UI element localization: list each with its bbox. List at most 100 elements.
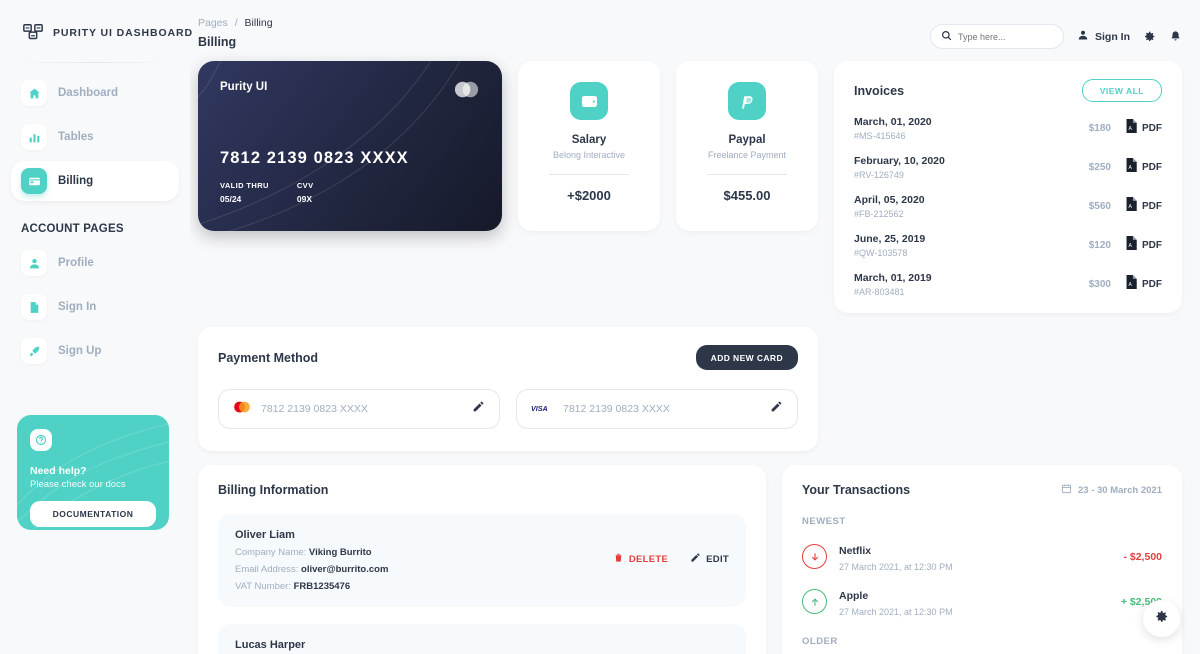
billing-page: PURITY UI DASHBOARD Dashboard Tables Bil… — [0, 0, 1200, 654]
billing-item-actions: DELETE EDIT — [613, 552, 729, 566]
breadcrumb-block: Pages / Billing Billing — [198, 17, 273, 49]
edit-label: EDIT — [706, 553, 729, 565]
billing-information-title: Billing Information — [218, 483, 329, 497]
cvv-label: CVV — [296, 181, 314, 190]
credit-card-cvv: CVV 09X — [297, 181, 314, 204]
payment-method-title: Payment Method — [218, 350, 319, 365]
invoice-amount: $120 — [1088, 240, 1111, 251]
brand[interactable]: PURITY UI DASHBOARD — [11, 0, 192, 44]
invoice-pdf-button[interactable]: A PDF — [1125, 158, 1162, 177]
invoice-pdf-button[interactable]: A PDF — [1125, 197, 1162, 216]
payment-card-visa[interactable]: VISA 7812 2139 0823 XXXX — [516, 389, 798, 429]
invoice-pdf-button[interactable]: A PDF — [1125, 236, 1162, 255]
invoice-amount: $300 — [1088, 279, 1111, 290]
search-input[interactable] — [958, 31, 1053, 42]
divider — [707, 174, 787, 175]
payment-method-header: Payment Method ADD NEW CARD — [218, 345, 798, 370]
invoice-pdf-label: PDF — [1142, 123, 1162, 134]
visa-icon: VISA — [531, 400, 553, 418]
sidebar-divider — [17, 62, 173, 63]
person-icon — [1077, 29, 1089, 44]
view-all-button[interactable]: VIEW ALL — [1081, 79, 1162, 102]
file-pdf-icon: A — [1125, 158, 1137, 177]
search-icon — [941, 28, 952, 46]
invoices-panel: Invoices VIEW ALL March, 01, 2020 #MS-41… — [834, 61, 1182, 313]
transaction-amount: - $2,500 — [1123, 550, 1162, 563]
arrow-up-icon — [802, 589, 827, 614]
mini-card-title: Salary — [571, 134, 607, 146]
invoice-actions: $300 A PDF — [1089, 275, 1162, 294]
sidebar-item-label: Dashboard — [58, 87, 119, 99]
edit-button[interactable]: EDIT — [690, 552, 729, 566]
transaction-time: 27 March 2021, at 12:30 PM — [839, 607, 953, 617]
document-icon — [21, 294, 47, 320]
sign-in-button[interactable]: Sign In — [1077, 29, 1130, 44]
sidebar-item-signin[interactable]: Sign In — [11, 287, 179, 327]
company-label: Company Name: — [235, 547, 307, 558]
cvv-value: 09X — [296, 194, 312, 204]
mini-card-salary: Salary Belong Interactive +$2000 — [518, 61, 660, 231]
payment-card-number: 7812 2139 0823 XXXX — [261, 403, 368, 415]
invoice-code: #MS-415646 — [854, 131, 906, 141]
settings-fab[interactable] — [1143, 600, 1180, 637]
transaction-info: Netflix 27 March 2021, at 12:30 PM — [839, 541, 1123, 572]
documentation-button[interactable]: DOCUMENTATION — [30, 501, 156, 527]
question-mark-icon — [30, 429, 52, 451]
calendar-icon — [1061, 483, 1072, 497]
topbar-actions: Sign In — [930, 17, 1182, 49]
transaction-row: Apple 27 March 2021, at 12:30 PM + $2,50… — [802, 586, 1162, 617]
billing-item-name: Lucas Harper — [235, 639, 306, 651]
valid-thru-value: 05/24 — [220, 194, 242, 204]
invoice-pdf-label: PDF — [1142, 162, 1162, 173]
breadcrumb-root[interactable]: Pages — [198, 17, 228, 29]
search-box[interactable] — [930, 24, 1064, 49]
vat-value: FRB1235476 — [293, 581, 351, 592]
sidebar-nav: Dashboard Tables Billing ACCOUNT PAGES P… — [11, 73, 179, 371]
file-pdf-icon: A — [1125, 275, 1137, 294]
divider — [549, 174, 629, 175]
file-pdf-icon: A — [1125, 119, 1137, 138]
svg-text:VISA: VISA — [531, 405, 548, 413]
invoice-info: February, 10, 2020 #RV-126749 — [854, 155, 945, 180]
sidebar-item-signup[interactable]: Sign Up — [11, 331, 179, 371]
transactions-group-label: NEWEST — [802, 516, 846, 527]
transactions-header: Your Transactions 23 - 30 March 2021 — [802, 483, 1162, 497]
pencil-icon[interactable] — [770, 400, 783, 418]
add-new-card-button[interactable]: ADD NEW CARD — [695, 345, 798, 370]
pencil-icon[interactable] — [472, 400, 485, 418]
sidebar-item-tables[interactable]: Tables — [11, 117, 179, 157]
vat-label: VAT Number: — [235, 581, 291, 592]
invoice-date: March, 01, 2019 — [854, 272, 932, 284]
page-title: Billing — [198, 35, 237, 49]
paypal-icon — [728, 82, 766, 120]
sidebar-item-label: Profile — [58, 257, 94, 269]
payment-card-mastercard[interactable]: 7812 2139 0823 XXXX — [218, 389, 500, 429]
chart-bar-icon — [21, 124, 47, 150]
email-label: Email Address: — [235, 564, 299, 575]
credit-card-icon — [21, 168, 47, 194]
sidebar-item-billing[interactable]: Billing — [11, 161, 179, 201]
invoice-date: June, 25, 2019 — [854, 233, 926, 245]
billing-item: Oliver Liam Company Name: Viking Burrito… — [218, 514, 746, 607]
gear-icon[interactable] — [1143, 30, 1156, 43]
credit-card-brand: Purity UI — [220, 81, 268, 93]
billing-item: Lucas Harper Company Name: Stone Tech Zo… — [218, 624, 746, 654]
help-card: Need help? Please check our docs DOCUMEN… — [17, 415, 169, 530]
invoice-pdf-label: PDF — [1142, 279, 1162, 290]
bell-icon[interactable] — [1169, 30, 1182, 43]
sidebar-item-dashboard[interactable]: Dashboard — [11, 73, 179, 113]
invoice-pdf-button[interactable]: A PDF — [1125, 275, 1162, 294]
transactions-date-range[interactable]: 23 - 30 March 2021 — [1061, 483, 1162, 497]
billing-item-name: Oliver Liam — [235, 529, 295, 541]
invoice-code: #RV-126749 — [854, 170, 904, 180]
transaction-time: 27 March 2021, at 12:30 PM — [839, 562, 953, 572]
trash-icon — [613, 552, 624, 566]
delete-button[interactable]: DELETE — [613, 552, 668, 566]
invoice-pdf-button[interactable]: A PDF — [1125, 119, 1162, 138]
transactions-title: Your Transactions — [802, 483, 911, 497]
billing-information-panel: Billing Information Oliver Liam Company … — [198, 465, 766, 654]
invoice-row: April, 05, 2020 #FB-212562 $560 A PDF — [854, 194, 1162, 219]
home-icon — [21, 80, 47, 106]
sidebar-item-profile[interactable]: Profile — [11, 243, 179, 283]
topbar: Pages / Billing Billing Sign I — [198, 0, 1182, 61]
